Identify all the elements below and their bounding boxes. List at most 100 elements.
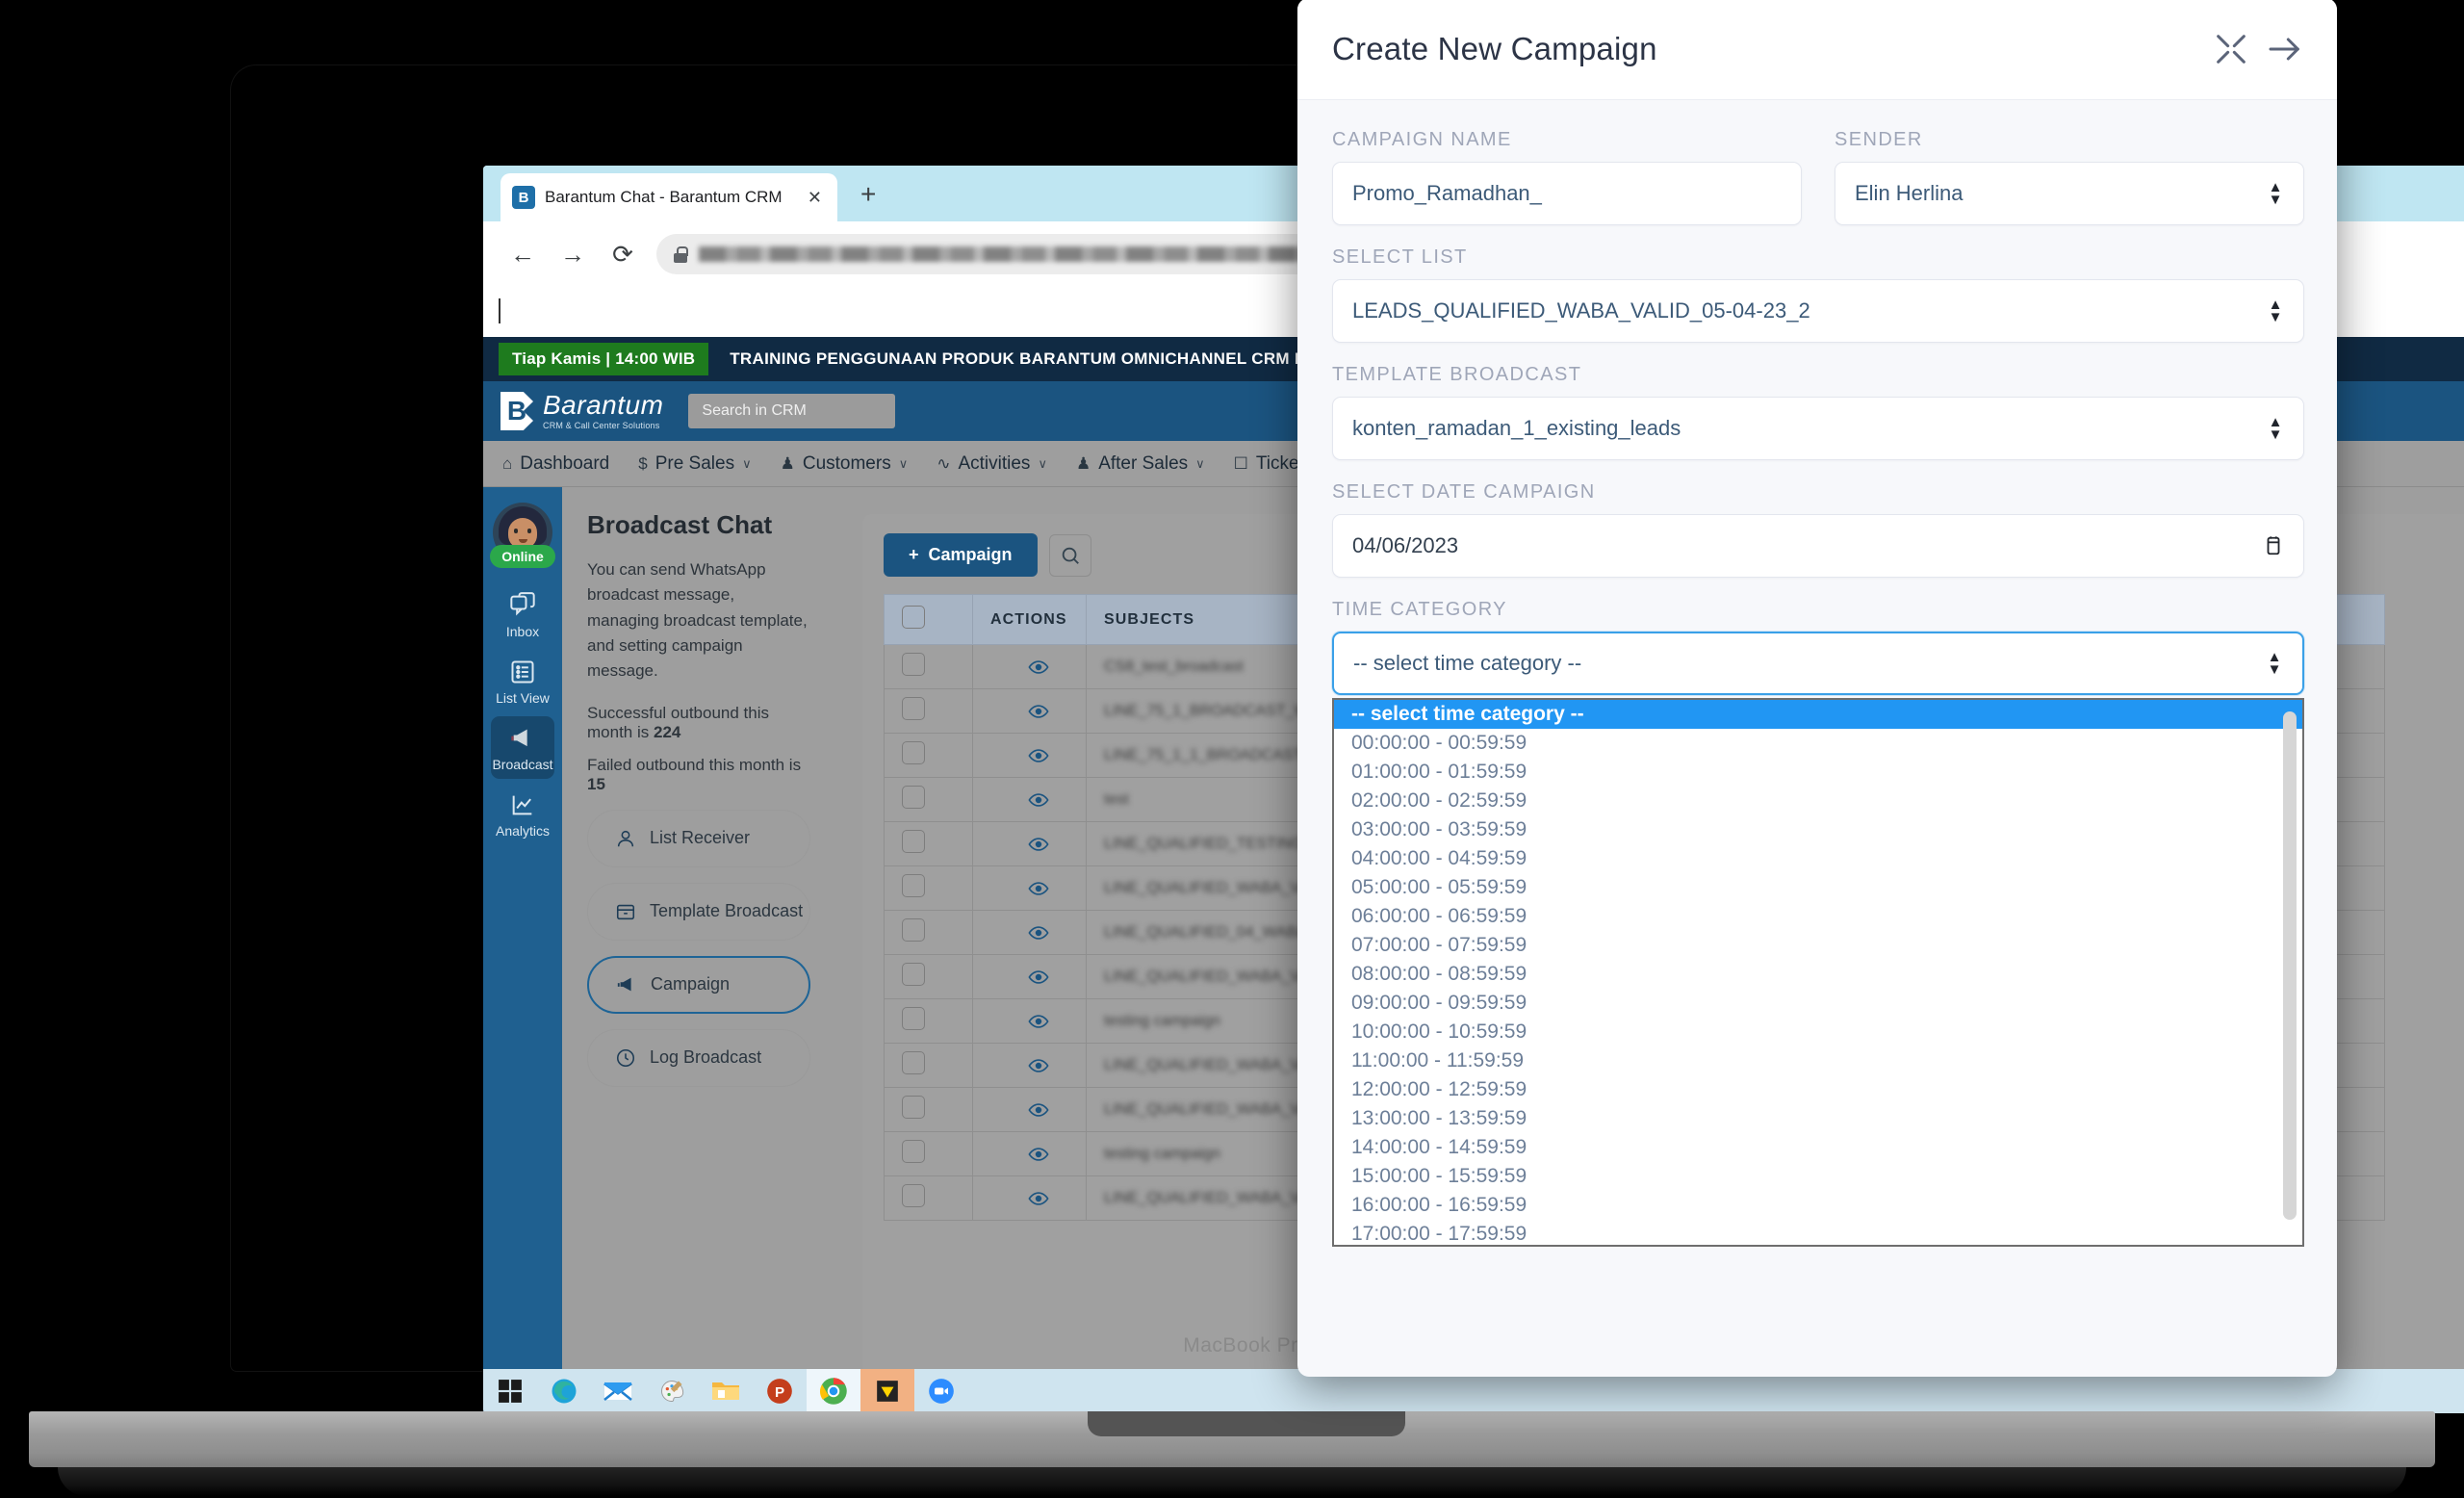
- row-actions-cell[interactable]: [972, 644, 1087, 689]
- date-campaign-input[interactable]: 04/06/2023: [1332, 514, 2304, 578]
- row-checkbox-cell[interactable]: [884, 644, 973, 689]
- row-checkbox-cell[interactable]: [884, 733, 973, 778]
- menu-item-campaign[interactable]: Campaign: [587, 955, 810, 1014]
- dropdown-option[interactable]: -- select time category --: [1334, 700, 2302, 729]
- dropdown-option[interactable]: 15:00:00 - 15:59:59: [1334, 1162, 2302, 1191]
- row-actions-cell[interactable]: [972, 998, 1087, 1044]
- row-checkbox[interactable]: [902, 697, 925, 720]
- dropdown-option[interactable]: 17:00:00 - 17:59:59: [1334, 1220, 2302, 1245]
- view-icon[interactable]: [1027, 789, 1049, 811]
- row-checkbox[interactable]: [902, 963, 925, 986]
- edge-icon[interactable]: [537, 1369, 591, 1413]
- view-icon[interactable]: [1027, 657, 1049, 678]
- row-checkbox[interactable]: [902, 1007, 925, 1030]
- reload-icon[interactable]: ⟳: [606, 240, 639, 270]
- add-campaign-button[interactable]: + Campaign: [884, 533, 1038, 577]
- row-actions-cell[interactable]: [972, 733, 1087, 778]
- row-checkbox-cell[interactable]: [884, 1131, 973, 1176]
- campaign-name-input[interactable]: Promo_Ramadhan_: [1332, 162, 1802, 225]
- row-actions-cell[interactable]: [972, 821, 1087, 866]
- sender-select[interactable]: Elin Herlina ▲ ▼: [1835, 162, 2304, 225]
- dropdown-option[interactable]: 08:00:00 - 08:59:59: [1334, 960, 2302, 989]
- crm-search-input[interactable]: Search in CRM: [688, 394, 896, 428]
- view-icon[interactable]: [1027, 967, 1049, 988]
- view-icon[interactable]: [1027, 701, 1049, 722]
- select-all-checkbox[interactable]: [902, 606, 925, 629]
- dropdown-option[interactable]: 10:00:00 - 10:59:59: [1334, 1018, 2302, 1046]
- forward-icon[interactable]: →: [556, 240, 589, 270]
- dropdown-option[interactable]: 13:00:00 - 13:59:59: [1334, 1104, 2302, 1133]
- row-actions-cell[interactable]: [972, 688, 1087, 734]
- notepad-icon[interactable]: [860, 1369, 914, 1413]
- row-checkbox[interactable]: [902, 1184, 925, 1207]
- view-icon[interactable]: [1027, 834, 1049, 855]
- back-icon[interactable]: ←: [506, 240, 539, 270]
- row-checkbox-cell[interactable]: [884, 865, 973, 911]
- row-checkbox[interactable]: [902, 830, 925, 853]
- row-checkbox[interactable]: [902, 1096, 925, 1119]
- row-checkbox-cell[interactable]: [884, 910, 973, 955]
- nav-item-customers[interactable]: ♟ Customers ∨: [781, 453, 909, 475]
- row-checkbox[interactable]: [902, 1140, 925, 1163]
- sidebar-item-analytics[interactable]: Analytics: [491, 783, 554, 845]
- dropdown-option[interactable]: 00:00:00 - 00:59:59: [1334, 729, 2302, 758]
- powerpoint-icon[interactable]: P: [753, 1369, 807, 1413]
- mail-icon[interactable]: [591, 1369, 645, 1413]
- dropdown-option[interactable]: 01:00:00 - 01:59:59: [1334, 758, 2302, 787]
- row-checkbox-cell[interactable]: [884, 777, 973, 822]
- view-icon[interactable]: [1027, 878, 1049, 899]
- row-checkbox-cell[interactable]: [884, 1175, 973, 1221]
- dropdown-option[interactable]: 09:00:00 - 09:59:59: [1334, 989, 2302, 1018]
- row-checkbox[interactable]: [902, 741, 925, 764]
- select-list-select[interactable]: LEADS_QUALIFIED_WABA_VALID_05-04-23_2 ▲ ▼: [1332, 279, 2304, 343]
- chrome-icon[interactable]: [807, 1369, 860, 1413]
- nav-item-pre-sales[interactable]: $ Pre Sales ∨: [638, 453, 751, 475]
- column-select-all[interactable]: [884, 594, 973, 645]
- row-checkbox-cell[interactable]: [884, 1087, 973, 1132]
- menu-item-template-broadcast[interactable]: Template Broadcast: [587, 882, 810, 941]
- row-actions-cell[interactable]: [972, 1043, 1087, 1088]
- row-checkbox[interactable]: [902, 786, 925, 809]
- row-actions-cell[interactable]: [972, 1131, 1087, 1176]
- row-actions-cell[interactable]: [972, 910, 1087, 955]
- menu-item-list-receiver[interactable]: List Receiver: [587, 809, 810, 867]
- arrow-right-icon[interactable]: [2266, 30, 2304, 68]
- row-checkbox-cell[interactable]: [884, 688, 973, 734]
- row-checkbox-cell[interactable]: [884, 954, 973, 999]
- sidebar-item-list-view[interactable]: List View: [491, 650, 554, 712]
- row-checkbox[interactable]: [902, 1051, 925, 1074]
- dropdown-option[interactable]: 12:00:00 - 12:59:59: [1334, 1075, 2302, 1104]
- dropdown-option[interactable]: 16:00:00 - 16:59:59: [1334, 1191, 2302, 1220]
- dropdown-option[interactable]: 02:00:00 - 02:59:59: [1334, 787, 2302, 815]
- row-actions-cell[interactable]: [972, 777, 1087, 822]
- view-icon[interactable]: [1027, 1055, 1049, 1076]
- dropdown-option[interactable]: 03:00:00 - 03:59:59: [1334, 815, 2302, 844]
- row-checkbox[interactable]: [902, 918, 925, 942]
- zoom-icon[interactable]: [914, 1369, 968, 1413]
- browser-tab[interactable]: B Barantum Chat - Barantum CRM ✕: [500, 173, 837, 221]
- search-button[interactable]: [1048, 533, 1091, 577]
- close-icon[interactable]: ✕: [804, 188, 826, 208]
- row-checkbox[interactable]: [902, 874, 925, 897]
- file-explorer-icon[interactable]: [699, 1369, 753, 1413]
- time-category-select[interactable]: -- select time category -- ▲ ▼: [1332, 632, 2304, 695]
- view-icon[interactable]: [1027, 745, 1049, 766]
- dropdown-option[interactable]: 04:00:00 - 04:59:59: [1334, 844, 2302, 873]
- dropdown-option[interactable]: 14:00:00 - 14:59:59: [1334, 1133, 2302, 1162]
- row-actions-cell[interactable]: [972, 954, 1087, 999]
- row-actions-cell[interactable]: [972, 1175, 1087, 1221]
- sidebar-item-inbox[interactable]: Inbox: [491, 583, 554, 646]
- time-category-dropdown[interactable]: -- select time category -- 00:00:00 - 00:…: [1332, 698, 2304, 1247]
- dropdown-scrollbar[interactable]: [2283, 708, 2297, 1241]
- dropdown-option[interactable]: 11:00:00 - 11:59:59: [1334, 1046, 2302, 1075]
- row-checkbox-cell[interactable]: [884, 1043, 973, 1088]
- windows-start-icon[interactable]: [483, 1369, 537, 1413]
- view-icon[interactable]: [1027, 922, 1049, 943]
- view-icon[interactable]: [1027, 1188, 1049, 1209]
- paint-icon[interactable]: [645, 1369, 699, 1413]
- scrollbar-thumb[interactable]: [2283, 711, 2297, 1220]
- new-tab-button[interactable]: +: [860, 181, 876, 208]
- nav-item-dashboard[interactable]: ⌂ Dashboard: [502, 453, 609, 475]
- collapse-arrows-icon[interactable]: [2212, 30, 2250, 68]
- menu-item-log-broadcast[interactable]: Log Broadcast: [587, 1028, 810, 1087]
